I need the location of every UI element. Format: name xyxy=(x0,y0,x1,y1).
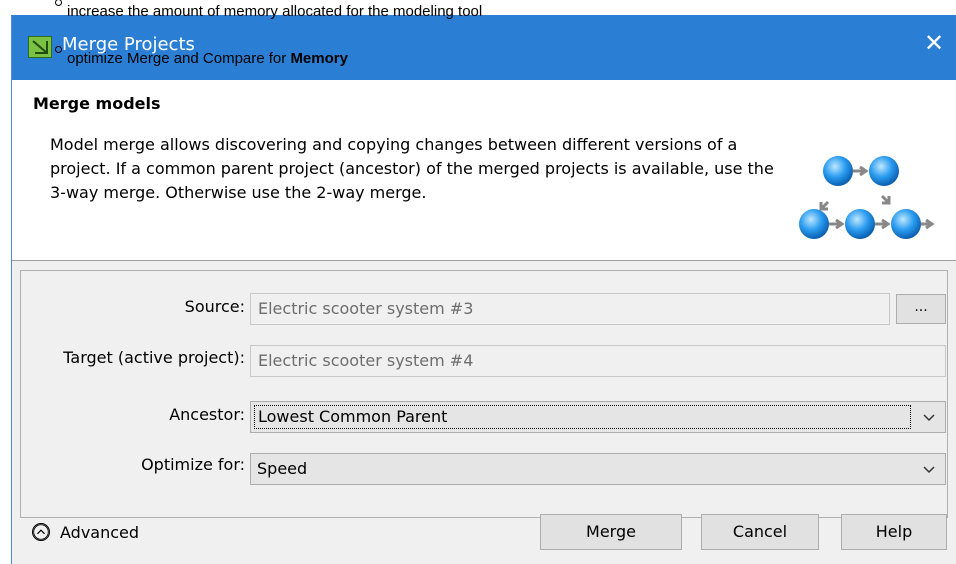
close-icon[interactable]: ✕ xyxy=(921,30,947,56)
optimize-dropdown[interactable]: Speed xyxy=(250,453,946,485)
title-bar[interactable]: Merge Projects ✕ xyxy=(12,15,956,80)
header-panel: Merge models Model merge allows discover… xyxy=(12,80,956,261)
merge-button[interactable]: Merge xyxy=(540,514,682,550)
bullet-line-optimize-memory: optimize Merge and Compare for Memory xyxy=(55,46,348,67)
bullet-ring-icon xyxy=(55,46,62,53)
merge-diagram-icon xyxy=(799,156,935,239)
source-label: Source: xyxy=(184,297,245,316)
bullet-ring-icon xyxy=(55,0,62,6)
bullet-text-prefix: optimize Merge and Compare for xyxy=(67,50,291,67)
cancel-button[interactable]: Cancel xyxy=(701,514,819,550)
target-field[interactable]: Electric scooter system #4 xyxy=(250,345,946,377)
bullet-text-bold: Memory xyxy=(290,50,348,67)
merge-projects-icon xyxy=(28,36,52,58)
advanced-label: Advanced xyxy=(60,523,140,542)
optimize-selected-value: Speed xyxy=(257,459,308,478)
bullet-line-memory-allocation: increase the amount of memory allocated … xyxy=(55,0,483,20)
help-button[interactable]: Help xyxy=(841,514,947,550)
bullet-text: increase the amount of memory allocated … xyxy=(67,3,483,20)
header-description: Model merge allows discovering and copyi… xyxy=(50,135,774,202)
header-title: Merge models xyxy=(33,94,161,113)
merge-form-panel: Source: Electric scooter system #3 ... T… xyxy=(20,270,948,518)
chevron-down-icon xyxy=(923,414,935,422)
ancestor-selected-value: Lowest Common Parent xyxy=(254,405,911,429)
ancestor-label: Ancestor: xyxy=(169,405,245,424)
chevron-up-circle-icon xyxy=(32,523,50,541)
browse-source-button[interactable]: ... xyxy=(896,294,946,324)
merge-projects-dialog: Merge Projects ✕ Merge models Model merg… xyxy=(11,15,956,564)
optimize-label: Optimize for: xyxy=(141,455,245,474)
target-label: Target (active project): xyxy=(63,348,245,367)
chevron-down-icon xyxy=(923,466,935,474)
ancestor-dropdown[interactable]: Lowest Common Parent xyxy=(250,401,946,433)
source-field[interactable]: Electric scooter system #3 xyxy=(250,293,890,325)
